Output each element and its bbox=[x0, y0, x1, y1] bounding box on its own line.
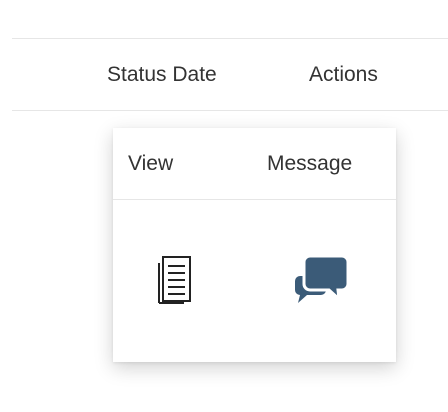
document-lines-icon bbox=[158, 256, 191, 304]
column-header-status-date[interactable]: Status Date bbox=[107, 39, 217, 110]
view-button[interactable] bbox=[157, 255, 193, 305]
actions-popup-header: View Message bbox=[113, 128, 396, 200]
chat-bubbles-icon bbox=[295, 254, 350, 303]
table-header-row: Status Date Actions bbox=[12, 38, 448, 111]
actions-popup: View Message bbox=[113, 128, 396, 362]
message-button[interactable] bbox=[293, 252, 351, 304]
column-header-actions[interactable]: Actions bbox=[309, 39, 378, 110]
view-label: View bbox=[128, 152, 174, 175]
message-label: Message bbox=[267, 152, 353, 175]
